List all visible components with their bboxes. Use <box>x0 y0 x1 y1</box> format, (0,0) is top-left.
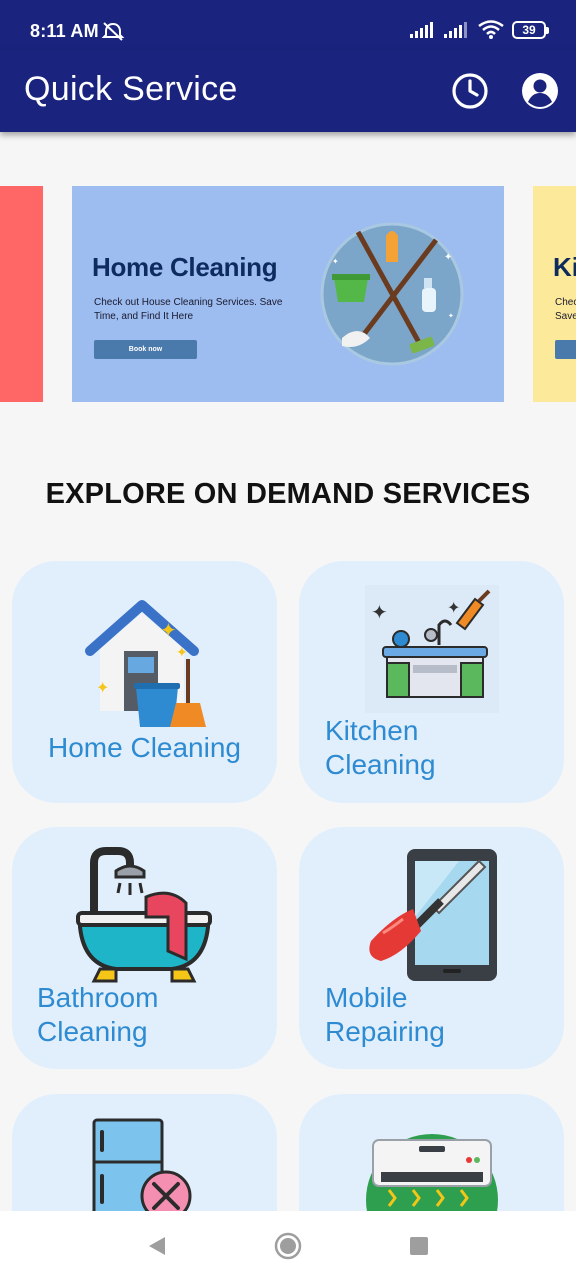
cleaning-tools-illustration: ✦ ✦ ✦ <box>320 222 464 366</box>
bathtub-icon <box>76 847 212 983</box>
screen: 8:11 AM 39 Quick Service Home Cleaning C… <box>0 0 576 1280</box>
svg-text:✦: ✦ <box>176 645 188 661</box>
svg-text:✦: ✦ <box>160 618 177 642</box>
banner-carousel[interactable]: Home Cleaning Check out House Cleaning S… <box>0 186 576 402</box>
app-title: Quick Service <box>24 70 238 108</box>
service-label-line2: Cleaning <box>325 749 436 780</box>
wifi-icon <box>478 20 504 39</box>
recents-icon[interactable] <box>404 1231 434 1261</box>
service-card-mobile-repairing[interactable]: Mobile Repairing <box>299 827 564 1069</box>
home-icon[interactable] <box>273 1231 303 1261</box>
refrigerator-repair-icon <box>92 1118 192 1216</box>
next-banner-description: Chec Save <box>555 296 576 324</box>
navigation-bar <box>0 1211 576 1280</box>
house-cleaning-icon: ✦ ✦ ✦ <box>85 600 206 727</box>
service-label-line2: Cleaning <box>37 1016 148 1047</box>
service-label: Home Cleaning <box>48 732 241 763</box>
svg-text:✦: ✦ <box>444 252 452 263</box>
account-icon[interactable] <box>520 71 560 111</box>
service-card-bathroom-cleaning[interactable]: Bathroom Cleaning <box>12 827 277 1069</box>
app-bar: Quick Service <box>0 50 576 132</box>
svg-text:✦: ✦ <box>96 678 109 697</box>
status-time: 8:11 AM <box>30 21 99 41</box>
battery-icon: 39 <box>512 21 549 39</box>
banner-slide-next[interactable]: Ki Chec Save <box>533 186 576 402</box>
banner-title: Home Cleaning <box>92 252 278 282</box>
svg-text:✦: ✦ <box>447 598 460 617</box>
kitchen-sink-icon: ✦ ✦ <box>365 585 499 713</box>
alarm-mute-icon <box>101 22 125 41</box>
book-now-button[interactable]: Book now <box>94 340 197 359</box>
service-label-line2: Repairing <box>325 1016 445 1047</box>
banner-slide-previous[interactable] <box>0 186 43 402</box>
svg-text:✦: ✦ <box>448 312 454 320</box>
status-bar: 8:11 AM 39 <box>0 0 576 50</box>
svg-text:✦: ✦ <box>332 257 339 266</box>
section-heading: EXPLORE ON DEMAND SERVICES <box>45 478 531 510</box>
next-banner-desc-line2: Save <box>555 311 576 322</box>
service-label: Mobile Repairing <box>325 981 445 1049</box>
status-indicators: 39 <box>410 20 549 40</box>
service-label-line1: Mobile <box>325 982 408 1013</box>
banner-slide-home-cleaning[interactable]: Home Cleaning Check out House Cleaning S… <box>72 186 504 402</box>
next-banner-desc-line1: Chec <box>555 297 576 308</box>
signal-icon <box>410 22 433 38</box>
svg-text:✦: ✦ <box>371 600 388 624</box>
service-card-kitchen-cleaning[interactable]: ✦ ✦ Kitchen Cleaning <box>299 561 564 803</box>
service-card-home-cleaning[interactable]: ✦ ✦ ✦ Home Cleaning <box>12 561 277 803</box>
signal-icon-2 <box>444 22 467 38</box>
service-label-line1: Kitchen <box>325 715 419 746</box>
banner-description: Check out House Cleaning Services. Save … <box>94 297 283 322</box>
service-label: Kitchen Cleaning <box>325 714 436 782</box>
next-banner-button <box>555 340 576 359</box>
back-icon[interactable] <box>141 1231 171 1261</box>
service-label-line1: Bathroom <box>37 982 159 1013</box>
next-banner-title: Ki <box>553 252 576 282</box>
phone-screwdriver-icon <box>369 849 497 981</box>
history-icon[interactable] <box>450 71 490 111</box>
air-conditioner-icon <box>366 1134 498 1220</box>
service-label: Bathroom Cleaning <box>37 981 158 1049</box>
